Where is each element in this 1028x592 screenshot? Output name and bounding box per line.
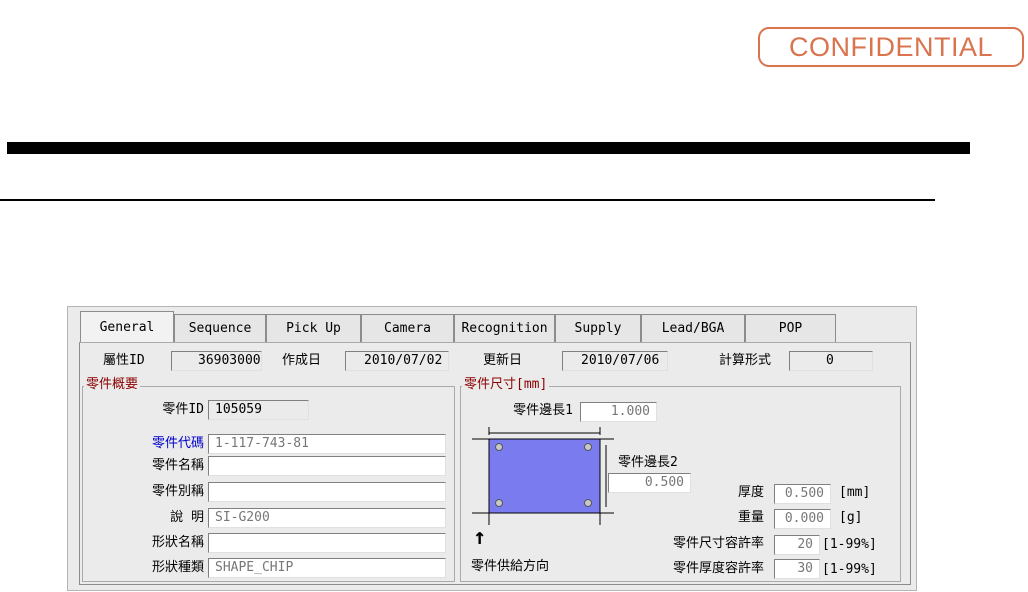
corner-pad-icon	[495, 499, 503, 507]
part-name-label: 零件名稱	[151, 458, 204, 473]
updated-label: 更新日	[483, 353, 523, 368]
calc-type-field: 0	[789, 351, 873, 371]
part-diagram	[472, 427, 614, 525]
supply-direction-label: 零件供給方向	[471, 559, 550, 574]
thickness-unit: [mm]	[839, 485, 871, 500]
weight-label: 重量	[737, 510, 764, 525]
part-alias-label: 零件別稱	[151, 484, 204, 499]
thickness-label: 厚度	[737, 485, 764, 500]
side1-label: 零件邊長1	[513, 403, 573, 418]
part-code-input[interactable]: 1-117-743-81	[208, 434, 446, 454]
thickness-tolerance-input[interactable]: 30	[774, 559, 820, 579]
weight-input[interactable]: 0.000	[774, 509, 831, 529]
created-label: 作成日	[282, 353, 322, 368]
size-tolerance-label: 零件尺寸容許率	[672, 536, 764, 551]
corner-pad-icon	[584, 443, 592, 451]
shape-name-label: 形狀名稱	[151, 535, 204, 550]
thick-divider	[7, 142, 970, 154]
side2-label: 零件邊長2	[618, 455, 678, 470]
tab-camera[interactable]: Camera	[361, 314, 454, 342]
tab-lead-bga[interactable]: Lead/BGA	[641, 314, 745, 342]
thickness-input[interactable]: 0.500	[774, 484, 831, 504]
attr-id-field: 36903000	[171, 351, 262, 371]
size-tolerance-range: [1-99%]	[822, 537, 877, 552]
shape-type-input[interactable]: SHAPE_CHIP	[208, 558, 446, 578]
part-name-input[interactable]	[208, 456, 446, 476]
side1-input[interactable]: 1.000	[580, 402, 657, 422]
description-input[interactable]: SI-G200	[208, 508, 446, 528]
corner-pad-icon	[495, 443, 503, 451]
tab-recognition[interactable]: Recognition	[454, 314, 555, 342]
tab-pick-up[interactable]: Pick Up	[266, 314, 361, 342]
weight-unit: [g]	[839, 510, 863, 525]
tab-general[interactable]: General	[80, 311, 174, 343]
overview-legend: 零件概要	[84, 377, 141, 392]
thickness-tolerance-range: [1-99%]	[822, 562, 877, 577]
thickness-tolerance-label: 零件厚度容許率	[672, 561, 764, 576]
supply-direction-arrow-icon: ↑	[473, 525, 487, 550]
part-alias-input[interactable]	[208, 482, 446, 502]
part-id-label: 零件ID	[162, 402, 204, 417]
updated-field: 2010/07/06	[562, 351, 668, 371]
part-id-field: 105059	[208, 400, 309, 420]
corner-pad-icon	[584, 499, 592, 507]
dimensions-legend: 零件尺寸[mm]	[462, 377, 550, 392]
confidential-stamp: CONFIDENTIAL	[758, 27, 1024, 67]
part-dialog: General Sequence Pick Up Camera Recognit…	[67, 306, 917, 591]
tab-supply[interactable]: Supply	[555, 314, 641, 342]
thin-divider	[0, 199, 935, 201]
part-body-rect	[488, 438, 601, 514]
tab-pop[interactable]: POP	[745, 314, 836, 342]
part-code-label: 零件代碼	[151, 436, 204, 451]
shape-name-input[interactable]	[208, 533, 446, 553]
calc-type-label: 計算形式	[719, 353, 772, 368]
created-field: 2010/07/02	[345, 351, 449, 371]
shape-type-label: 形狀種類	[151, 560, 204, 575]
tab-sequence[interactable]: Sequence	[174, 314, 266, 342]
side2-input[interactable]: 0.500	[608, 473, 691, 493]
description-label: 說 明	[170, 510, 204, 525]
attr-id-label: 屬性ID	[103, 353, 145, 368]
size-tolerance-input[interactable]: 20	[774, 535, 820, 555]
